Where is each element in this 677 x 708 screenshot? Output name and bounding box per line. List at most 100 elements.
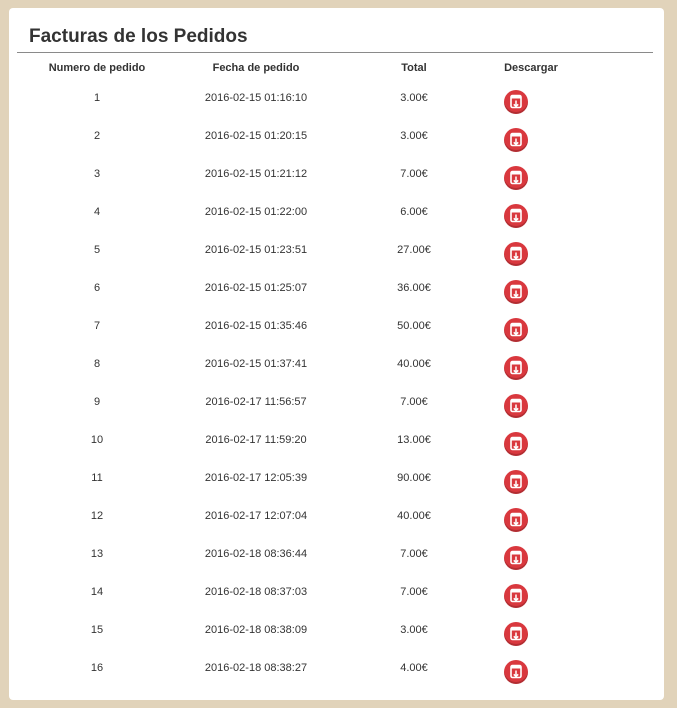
order-date-cell: 2016-02-15 01:22:00: [204, 206, 308, 218]
order-number-cell: 10: [90, 434, 104, 446]
page-title: Facturas de los Pedidos: [29, 26, 248, 47]
order-date-cell: 2016-02-17 12:07:04: [204, 510, 308, 522]
download-invoice-button[interactable]: [504, 584, 528, 608]
pdf-download-icon: [509, 360, 523, 376]
table-row: 2 2016-02-15 01:20:15 3.00€: [9, 122, 664, 160]
download-invoice-button[interactable]: [504, 356, 528, 380]
order-total-cell: 4.00€: [400, 662, 428, 674]
order-date-cell: 2016-02-18 08:36:44: [204, 548, 308, 560]
table-row: 4 2016-02-15 01:22:00 6.00€: [9, 198, 664, 236]
order-date-cell: 2016-02-15 01:20:15: [204, 130, 308, 142]
pdf-download-icon: [509, 284, 523, 300]
order-total-cell: 7.00€: [400, 586, 428, 598]
pdf-download-icon: [509, 664, 523, 680]
order-date-cell: 2016-02-15 01:35:46: [204, 320, 308, 332]
download-invoice-button[interactable]: [504, 432, 528, 456]
column-header-total: Total: [401, 62, 427, 74]
order-total-cell: 3.00€: [400, 130, 428, 142]
order-total-cell: 50.00€: [397, 320, 431, 332]
order-number-cell: 9: [93, 396, 101, 408]
order-total-cell: 27.00€: [397, 244, 431, 256]
order-total-cell: 13.00€: [397, 434, 431, 446]
pdf-download-icon: [509, 474, 523, 490]
download-invoice-button[interactable]: [504, 546, 528, 570]
order-date-cell: 2016-02-18 08:37:03: [204, 586, 308, 598]
download-invoice-button[interactable]: [504, 660, 528, 684]
order-number-cell: 6: [93, 282, 101, 294]
table-row: 8 2016-02-15 01:37:41 40.00€: [9, 350, 664, 388]
download-invoice-button[interactable]: [504, 166, 528, 190]
order-number-cell: 7: [93, 320, 101, 332]
table-row: 13 2016-02-18 08:36:44 7.00€: [9, 540, 664, 578]
download-invoice-button[interactable]: [504, 394, 528, 418]
download-invoice-button[interactable]: [504, 204, 528, 228]
column-header-order-date: Fecha de pedido: [212, 62, 300, 74]
table-row: 12 2016-02-17 12:07:04 40.00€: [9, 502, 664, 540]
download-invoice-button[interactable]: [504, 128, 528, 152]
order-total-cell: 40.00€: [397, 510, 431, 522]
order-total-cell: 40.00€: [397, 358, 431, 370]
pdf-download-icon: [509, 398, 523, 414]
order-date-cell: 2016-02-15 01:21:12: [204, 168, 308, 180]
download-invoice-button[interactable]: [504, 242, 528, 266]
order-total-cell: 90.00€: [397, 472, 431, 484]
pdf-download-icon: [509, 626, 523, 642]
order-total-cell: 7.00€: [400, 396, 428, 408]
invoices-panel: Facturas de los Pedidos Numero de pedido…: [9, 8, 664, 700]
pdf-download-icon: [509, 588, 523, 604]
order-number-cell: 4: [93, 206, 101, 218]
download-invoice-button[interactable]: [504, 622, 528, 646]
table-row: 9 2016-02-17 11:56:57 7.00€: [9, 388, 664, 426]
table-header: Numero de pedido Fecha de pedido Total D…: [9, 60, 664, 80]
column-header-download: Descargar: [504, 62, 558, 74]
download-invoice-button[interactable]: [504, 90, 528, 114]
pdf-download-icon: [509, 208, 523, 224]
download-invoice-button[interactable]: [504, 280, 528, 304]
title-divider: [17, 52, 653, 53]
order-number-cell: 16: [90, 662, 104, 674]
pdf-download-icon: [509, 436, 523, 452]
order-number-cell: 2: [93, 130, 101, 142]
pdf-download-icon: [509, 322, 523, 338]
order-number-cell: 8: [93, 358, 101, 370]
order-total-cell: 36.00€: [397, 282, 431, 294]
order-date-cell: 2016-02-15 01:25:07: [204, 282, 308, 294]
column-header-order-number: Numero de pedido: [48, 62, 146, 74]
table-row: 11 2016-02-17 12:05:39 90.00€: [9, 464, 664, 502]
order-date-cell: 2016-02-15 01:16:10: [204, 92, 308, 104]
download-invoice-button[interactable]: [504, 318, 528, 342]
order-date-cell: 2016-02-17 11:56:57: [205, 396, 307, 408]
order-number-cell: 3: [93, 168, 101, 180]
table-row: 16 2016-02-18 08:38:27 4.00€: [9, 654, 664, 692]
order-total-cell: 6.00€: [400, 206, 428, 218]
order-number-cell: 11: [91, 472, 103, 484]
pdf-download-icon: [509, 94, 523, 110]
table-row: 6 2016-02-15 01:25:07 36.00€: [9, 274, 664, 312]
table-row: 1 2016-02-15 01:16:10 3.00€: [9, 84, 664, 122]
order-number-cell: 5: [93, 244, 101, 256]
order-date-cell: 2016-02-17 12:05:39: [204, 472, 308, 484]
order-total-cell: 7.00€: [400, 548, 428, 560]
order-date-cell: 2016-02-15 01:37:41: [204, 358, 308, 370]
table-row: 15 2016-02-18 08:38:09 3.00€: [9, 616, 664, 654]
table-row: 3 2016-02-15 01:21:12 7.00€: [9, 160, 664, 198]
order-date-cell: 2016-02-15 01:23:51: [204, 244, 308, 256]
pdf-download-icon: [509, 512, 523, 528]
download-invoice-button[interactable]: [504, 508, 528, 532]
order-number-cell: 14: [90, 586, 104, 598]
pdf-download-icon: [509, 170, 523, 186]
order-total-cell: 3.00€: [400, 92, 428, 104]
order-date-cell: 2016-02-17 11:59:20: [205, 434, 307, 446]
table-row: 7 2016-02-15 01:35:46 50.00€: [9, 312, 664, 350]
download-invoice-button[interactable]: [504, 470, 528, 494]
pdf-download-icon: [509, 132, 523, 148]
orders-table-body: 1 2016-02-15 01:16:10 3.00€ 2 2016-02-15 01:…: [9, 84, 664, 692]
order-date-cell: 2016-02-18 08:38:09: [204, 624, 308, 636]
order-number-cell: 12: [90, 510, 104, 522]
table-row: 5 2016-02-15 01:23:51 27.00€: [9, 236, 664, 274]
order-number-cell: 15: [90, 624, 104, 636]
order-number-cell: 1: [93, 92, 101, 104]
order-total-cell: 3.00€: [400, 624, 428, 636]
order-total-cell: 7.00€: [400, 168, 428, 180]
order-date-cell: 2016-02-18 08:38:27: [204, 662, 308, 674]
